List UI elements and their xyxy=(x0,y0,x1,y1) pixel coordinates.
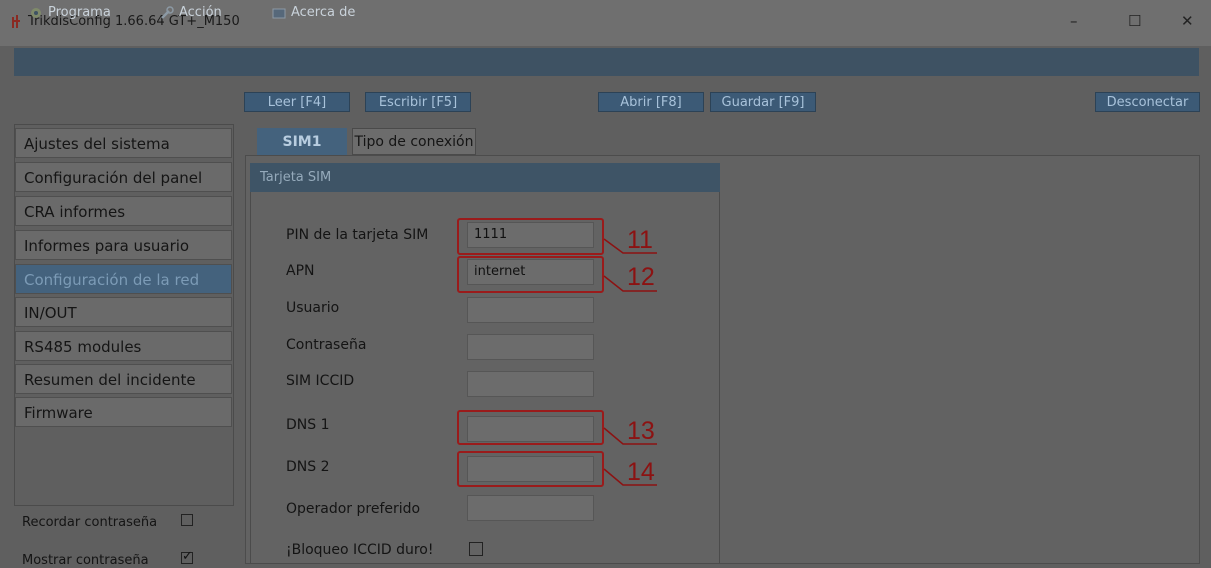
callout-lines xyxy=(603,238,657,486)
callout-11: 11 xyxy=(627,226,653,254)
callout-12: 12 xyxy=(627,263,655,291)
callout-13: 13 xyxy=(627,417,655,445)
callout-14: 14 xyxy=(627,458,655,486)
